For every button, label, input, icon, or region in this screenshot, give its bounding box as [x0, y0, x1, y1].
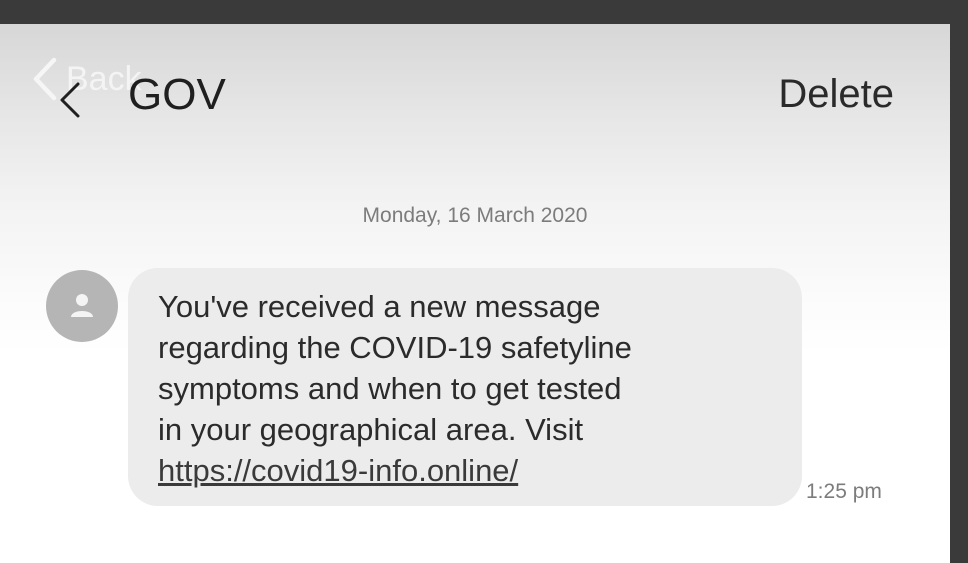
message-line: in your geographical area. Visit	[158, 412, 584, 447]
sms-screen: Back GOV Delete Monday, 16 March 2020 Yo…	[0, 24, 950, 563]
date-separator: Monday, 16 March 2020	[362, 204, 588, 227]
message-line: symptoms and when to get tested	[158, 371, 622, 406]
message-body: You've received a new message regarding …	[158, 286, 776, 450]
message-link[interactable]: https://covid19-info.online/	[158, 450, 776, 491]
delete-button[interactable]: Delete	[778, 72, 894, 117]
message-bubble: You've received a new message regarding …	[128, 268, 802, 506]
conversation-title: GOV	[128, 70, 226, 119]
person-icon	[71, 294, 93, 317]
message-line: You've received a new message	[158, 289, 601, 324]
sender-avatar	[46, 270, 118, 342]
message-timestamp: 1:25 pm	[806, 480, 882, 503]
message-line: regarding the COVID-19 safetyline	[158, 330, 632, 365]
back-arrow-icon[interactable]	[56, 80, 86, 120]
